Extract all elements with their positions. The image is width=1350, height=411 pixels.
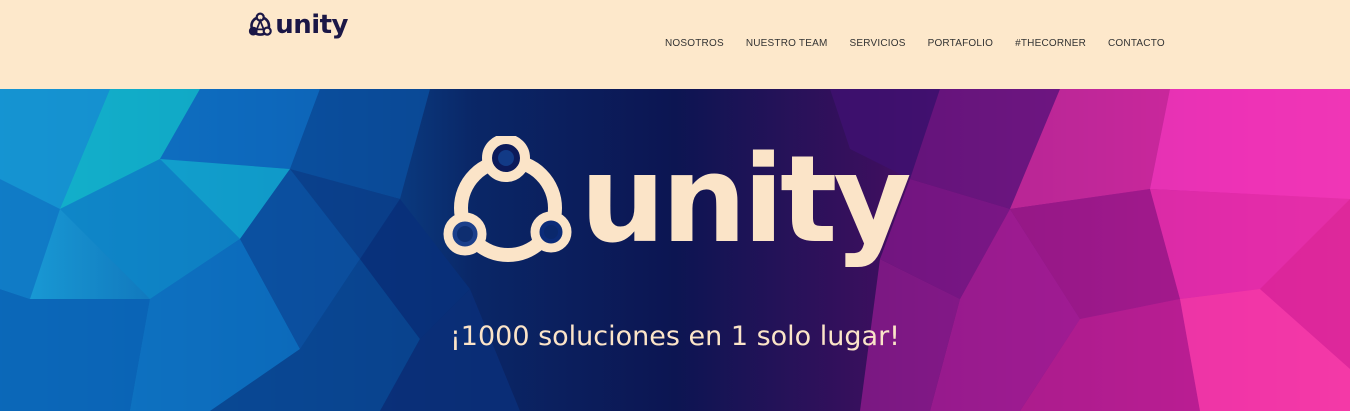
unity-emblem-large-icon <box>443 136 572 262</box>
unity-emblem-icon <box>248 12 272 36</box>
hero-banner: unity ¡1000 soluciones en 1 solo lugar! <box>0 89 1350 411</box>
header-logo[interactable]: unity <box>248 9 348 41</box>
site-header: unity NOSOTROS NUESTRO TEAM SERVICIOS PO… <box>0 0 1350 89</box>
header-logo-text: unity <box>275 10 348 40</box>
nav-item-nuestro-team[interactable]: NUESTRO TEAM <box>746 38 828 50</box>
hero-tagline: ¡1000 soluciones en 1 solo lugar! <box>449 321 901 352</box>
nav-item-servicios[interactable]: SERVICIOS <box>850 38 906 50</box>
nav-item-contacto[interactable]: CONTACTO <box>1108 38 1165 50</box>
nav-item-portafolio[interactable]: PORTAFOLIO <box>928 38 994 50</box>
main-nav: NOSOTROS NUESTRO TEAM SERVICIOS PORTAFOL… <box>665 38 1187 50</box>
nav-item-nosotros[interactable]: NOSOTROS <box>665 38 724 50</box>
nav-item-thecorner[interactable]: #THECORNER <box>1015 38 1086 50</box>
hero-logo: unity <box>442 131 912 270</box>
hero-logo-text: unity <box>580 131 912 270</box>
